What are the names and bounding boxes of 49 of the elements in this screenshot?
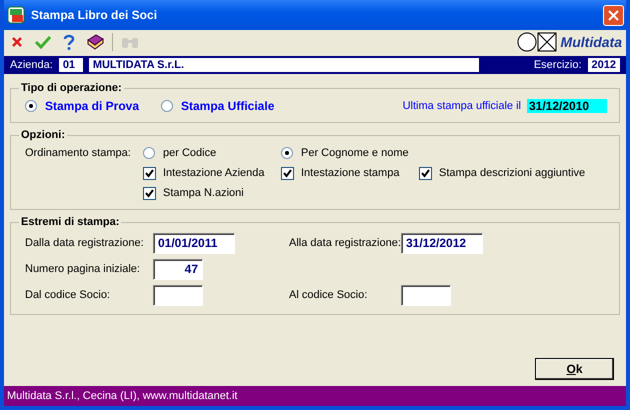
radio-button[interactable]	[25, 100, 37, 112]
radio-option[interactable]: Stampa di Prova	[25, 99, 161, 113]
input-field[interactable]: 31/12/2012	[401, 232, 483, 254]
field-label: Dal codice Socio:	[25, 289, 111, 301]
close-icon	[608, 10, 619, 20]
input-field[interactable]	[401, 284, 451, 306]
logo-drawing	[516, 32, 559, 52]
radio-option[interactable]: Stampa Ufficiale	[161, 99, 297, 113]
last-print-label: Ultima stampa ufficiale il	[402, 100, 521, 112]
help-icon	[63, 34, 75, 50]
status-bar: Multidata S.r.l., Cecina (LI), www.multidatanet.it	[4, 386, 626, 406]
window-title: Stampa Libro dei Soci	[31, 8, 158, 22]
checkbox-option[interactable]: Intestazione stampa	[281, 166, 419, 180]
field-label: Numero pagina iniziale:	[25, 263, 141, 275]
last-print-date: 31/12/2010	[527, 99, 607, 113]
checkbox-option[interactable]: Stampa descrizioni aggiuntive	[419, 166, 589, 180]
company-name: MULTIDATA S.r.L.	[88, 58, 479, 72]
checkbox-option[interactable]: Intestazione Azienda	[143, 166, 281, 180]
input-field[interactable]	[153, 284, 203, 306]
checkbox[interactable]	[419, 166, 432, 180]
checkbox[interactable]	[281, 166, 294, 180]
radio-button[interactable]	[143, 147, 155, 159]
field-label: Alla data registrazione:	[289, 237, 401, 249]
year-label: Esercizio:	[534, 59, 582, 71]
app-icon	[7, 6, 25, 24]
group-title: Opzioni:	[20, 129, 66, 141]
checkmark-icon	[35, 35, 51, 49]
radio-option[interactable]: Per Cognome e nome	[281, 147, 419, 159]
field-label: Al codice Socio:	[289, 289, 368, 301]
year-value: 2012	[588, 58, 620, 72]
binoculars-icon	[121, 35, 139, 49]
checkbox[interactable]	[143, 166, 156, 180]
group-title: Tipo di operazione:	[20, 82, 123, 94]
group-title: Estremi di stampa:	[20, 216, 120, 228]
company-label: Azienda:	[10, 59, 53, 71]
field-label: Dalla data registrazione:	[25, 237, 145, 249]
radio-button[interactable]	[281, 147, 293, 159]
radio-button[interactable]	[161, 100, 173, 112]
input-field[interactable]: 01/01/2011	[153, 232, 235, 254]
checkbox[interactable]	[143, 186, 156, 200]
company-code: 01	[58, 58, 83, 72]
sort-label: Ordinamento stampa:	[25, 147, 132, 159]
close-button[interactable]	[603, 4, 624, 26]
radio-option[interactable]: per Codice	[143, 147, 281, 159]
input-field[interactable]: 47	[153, 258, 203, 280]
ok-button[interactable]: Ok	[535, 358, 614, 380]
checkbox-option[interactable]: Stampa N.azioni	[143, 186, 281, 200]
close-icon	[11, 36, 23, 48]
brand-name: Multidata	[560, 34, 622, 50]
